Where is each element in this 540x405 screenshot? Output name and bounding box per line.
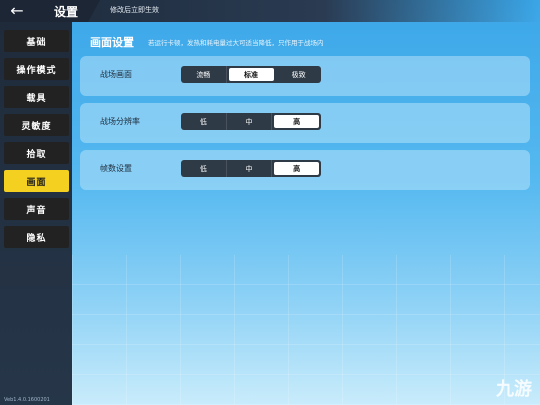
- option-low[interactable]: 低: [181, 113, 227, 130]
- option-low[interactable]: 低: [181, 160, 227, 177]
- graphics-quality-selector: 流畅 标准 极致: [181, 66, 321, 83]
- sidebar-item-vehicle[interactable]: 载具: [4, 86, 69, 108]
- option-high[interactable]: 高: [274, 162, 320, 175]
- panel-description: 若运行卡顿，发热和耗电量过大可适当降低，只作用于战场内: [148, 39, 324, 47]
- background-floor: [72, 255, 540, 405]
- sidebar-item-privacy[interactable]: 隐私: [4, 226, 69, 248]
- watermark-logo: 九游: [496, 379, 532, 400]
- page-title: 设置: [54, 5, 79, 19]
- sidebar-item-sound[interactable]: 声音: [4, 198, 69, 220]
- sidebar: 基础 操作模式 载具 灵敏度 拾取 画面 声音 隐私 Veb1.4.0.1600…: [0, 22, 72, 405]
- setting-label: 帧数设置: [100, 164, 132, 173]
- option-smooth[interactable]: 流畅: [181, 66, 227, 83]
- option-medium[interactable]: 中: [227, 113, 273, 130]
- framerate-selector: 低 中 高: [181, 160, 321, 177]
- apply-hint-text: 修改后立即生效: [110, 6, 159, 14]
- setting-label: 战场分辨率: [100, 117, 140, 126]
- sidebar-item-pickup[interactable]: 拾取: [4, 142, 69, 164]
- sidebar-item-basic[interactable]: 基础: [4, 30, 69, 52]
- option-ultra[interactable]: 极致: [276, 66, 321, 83]
- sidebar-item-graphics[interactable]: 画面: [4, 170, 69, 192]
- option-medium[interactable]: 中: [227, 160, 273, 177]
- option-high[interactable]: 高: [274, 115, 320, 128]
- option-standard[interactable]: 标准: [228, 68, 275, 81]
- resolution-selector: 低 中 高: [181, 113, 321, 130]
- setting-label: 战场画面: [100, 70, 132, 79]
- panel-title: 画面设置: [90, 36, 134, 49]
- sidebar-item-controls[interactable]: 操作模式: [4, 58, 69, 80]
- back-arrow-icon[interactable]: ←: [6, 1, 28, 21]
- setting-row-battle-graphics: 战场画面 流畅 标准 极致: [80, 56, 530, 96]
- version-label: Veb1.4.0.1600201: [4, 397, 50, 403]
- setting-row-resolution: 战场分辨率 低 中 高: [80, 103, 530, 143]
- sidebar-item-sensitivity[interactable]: 灵敏度: [4, 114, 69, 136]
- setting-row-framerate: 帧数设置 低 中 高: [80, 150, 530, 190]
